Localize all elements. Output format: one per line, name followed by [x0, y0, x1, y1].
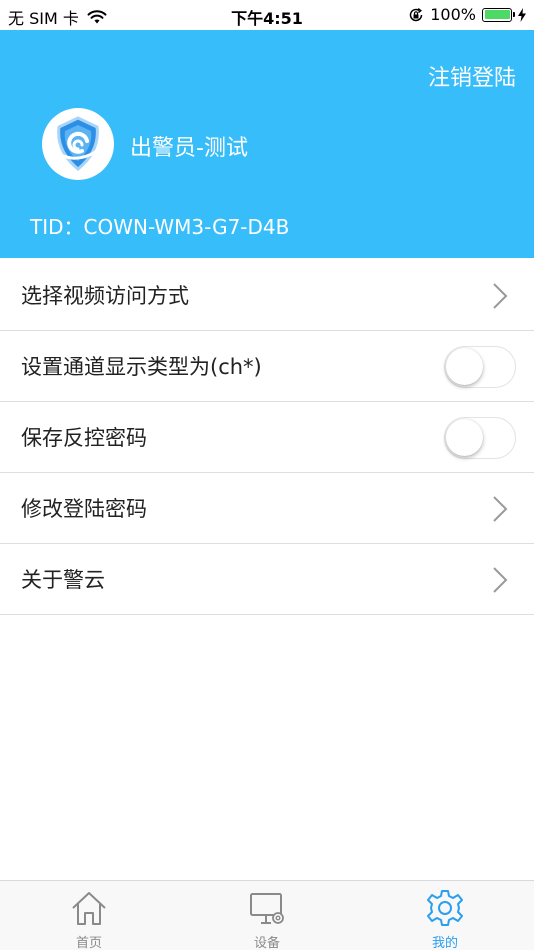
- channel-display-toggle[interactable]: [444, 346, 516, 388]
- terminal-id: TID：COWN-WM3-G7-D4B: [30, 215, 290, 239]
- device-icon: [250, 893, 284, 924]
- menu-item-video-access[interactable]: 选择视频访问方式: [0, 260, 534, 331]
- battery-icon: [482, 7, 515, 22]
- profile-header: 注销登陆 出警员-测试 TID：COWN-WM3-G7-D4B: [0, 30, 534, 258]
- menu-item-channel-display-type: 设置通道显示类型为(ch*): [0, 331, 534, 402]
- menu-item-label: 修改登陆密码: [21, 497, 147, 521]
- tab-mine[interactable]: 我的: [356, 881, 534, 951]
- orientation-lock-icon: [410, 7, 423, 21]
- menu-item-label: 保存反控密码: [21, 426, 147, 450]
- battery-percent: 100%: [430, 5, 476, 24]
- tab-label: 首页: [75, 936, 102, 951]
- menu-item-about[interactable]: 关于警云: [0, 544, 534, 615]
- menu-item-label: 选择视频访问方式: [21, 284, 189, 308]
- chevron-right-icon: [493, 283, 508, 309]
- menu-item-change-password[interactable]: 修改登陆密码: [0, 473, 534, 544]
- tab-label: 我的: [431, 936, 458, 951]
- menu-item-label: 关于警云: [21, 568, 105, 592]
- logout-button[interactable]: 注销登陆: [428, 60, 516, 92]
- settings-menu: 选择视频访问方式 设置通道显示类型为(ch*) 保存反控密码 修改登陆密码 关于…: [0, 260, 534, 615]
- tab-label: 设备: [253, 936, 280, 951]
- home-icon: [72, 892, 106, 925]
- gear-icon: [427, 890, 463, 926]
- charging-bolt-icon: [518, 7, 526, 22]
- police-shield-logo-icon: [57, 116, 99, 171]
- avatar: [42, 108, 114, 180]
- chevron-right-icon: [493, 567, 508, 593]
- save-password-toggle[interactable]: [444, 417, 516, 459]
- tab-home[interactable]: 首页: [0, 881, 178, 951]
- status-right: 100%: [408, 5, 526, 24]
- tab-device[interactable]: 设备: [178, 881, 356, 951]
- menu-item-save-control-password: 保存反控密码: [0, 402, 534, 473]
- chevron-right-icon: [493, 496, 508, 522]
- menu-item-label: 设置通道显示类型为(ch*): [21, 355, 262, 379]
- username: 出警员-测试: [130, 136, 248, 161]
- tab-bar: 首页 设备 我的: [0, 880, 534, 951]
- status-bar: 无 SIM 卡 下午4:51 100%: [0, 0, 534, 30]
